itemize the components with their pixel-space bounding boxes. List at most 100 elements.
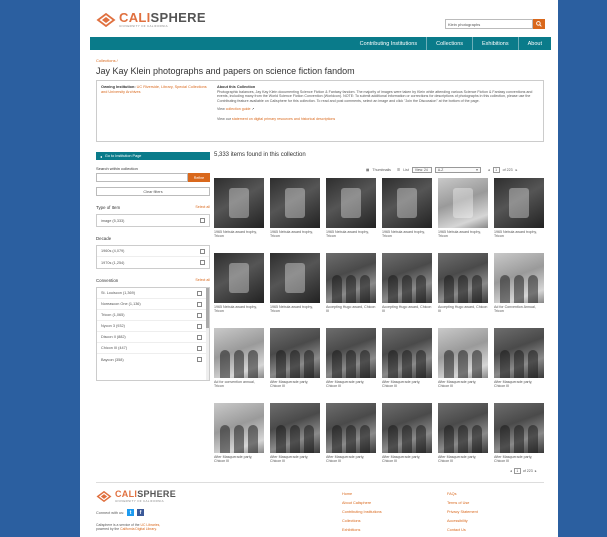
checkbox[interactable]	[197, 334, 202, 340]
thumbnails-icon[interactable]: ▦	[366, 168, 369, 172]
result-caption[interactable]: Accepting Hugo award, Chicon III	[382, 305, 432, 314]
result-card[interactable]: After Masquerade party, Chicon III	[326, 328, 376, 400]
result-card[interactable]: After Masquerade party, Chicon III	[438, 403, 488, 475]
result-thumbnail[interactable]	[214, 253, 264, 303]
result-caption[interactable]: After Masquerade party, Chicon III	[270, 380, 320, 389]
result-card[interactable]: 1965 Nebula award trophy, Tricon	[270, 178, 320, 250]
collection-guide-link[interactable]: collection guide	[226, 107, 251, 111]
view-count-select[interactable]: View: 24	[411, 167, 432, 173]
facet-option[interactable]: St. Louiscon (1,369)	[97, 288, 206, 299]
checkbox[interactable]	[197, 290, 202, 296]
convention-scrollbar[interactable]	[206, 288, 209, 380]
result-caption[interactable]: After Masquerade party, Chicon III	[382, 380, 432, 389]
result-thumbnail[interactable]	[382, 253, 432, 303]
result-card[interactable]: After Masquerade party, Chicon III	[214, 403, 264, 475]
result-caption[interactable]: Ad for Convention Annual, Tricon	[494, 305, 544, 314]
result-caption[interactable]: 1965 Nebula award trophy, Tricon	[326, 230, 376, 239]
search-input[interactable]	[445, 19, 533, 29]
result-thumbnail[interactable]	[494, 178, 544, 228]
footer-link[interactable]: Contributing Institutions	[342, 508, 382, 517]
result-thumbnail[interactable]	[438, 253, 488, 303]
footer-link[interactable]: Exhibitions	[342, 526, 382, 535]
cdl-link[interactable]: California Digital Library.	[120, 527, 157, 531]
result-caption[interactable]: Ad for convention annual, Tricon	[214, 380, 264, 389]
footer-link[interactable]: Contact Us	[447, 526, 478, 535]
result-caption[interactable]: 1965 Nebula award trophy, Tricon	[214, 305, 264, 314]
result-thumbnail[interactable]	[494, 328, 544, 378]
list-icon[interactable]: ☰	[397, 168, 400, 172]
result-card[interactable]: Ad for convention annual, Tricon	[214, 328, 264, 400]
breadcrumb[interactable]: Collections /	[96, 58, 118, 63]
facet-option[interactable]: Noreascon One (1,136)	[97, 299, 206, 310]
result-card[interactable]: 1965 Nebula award trophy, Tricon	[326, 178, 376, 250]
sort-select[interactable]: A-Z ▾	[434, 167, 481, 173]
result-caption[interactable]: After Masquerade party, Chicon III	[438, 380, 488, 389]
nav-exhibitions[interactable]: Exhibitions	[472, 37, 518, 50]
footer-link[interactable]: About Calisphere	[342, 499, 382, 508]
result-caption[interactable]: 1965 Nebula award trophy, Tricon	[382, 230, 432, 239]
result-thumbnail[interactable]	[438, 403, 488, 453]
result-card[interactable]: 1965 Nebula award trophy, Tricon	[270, 253, 320, 325]
result-caption[interactable]: After Masquerade party, Chicon III	[326, 380, 376, 389]
checkbox[interactable]	[200, 248, 205, 254]
result-card[interactable]: After Masquerade party, Chicon III	[326, 403, 376, 475]
clear-filters-button[interactable]: Clear filters	[96, 187, 210, 196]
checkbox[interactable]	[197, 312, 202, 318]
result-card[interactable]: 1965 Nebula award trophy, Tricon	[382, 178, 432, 250]
result-caption[interactable]: 1965 Nebula award trophy, Tricon	[494, 230, 544, 239]
checkbox[interactable]	[197, 301, 202, 307]
result-card[interactable]: After Masquerade party, Chicon III	[438, 328, 488, 400]
result-thumbnail[interactable]	[382, 178, 432, 228]
result-caption[interactable]: After Masquerade party, Chicon III	[326, 455, 376, 464]
search-button[interactable]	[533, 19, 545, 29]
result-caption[interactable]: 1965 Nebula award trophy, Tricon	[214, 230, 264, 239]
result-thumbnail[interactable]	[214, 403, 264, 453]
result-thumbnail[interactable]	[438, 328, 488, 378]
result-caption[interactable]: 1965 Nebula award trophy, Tricon	[438, 230, 488, 239]
prev-page-icon[interactable]: ◂	[510, 469, 512, 473]
result-caption[interactable]: After Masquerade party, Chicon III	[494, 380, 544, 389]
result-card[interactable]: 1965 Nebula award trophy, Tricon	[494, 178, 544, 250]
result-thumbnail[interactable]	[438, 178, 488, 228]
result-card[interactable]: Accepting Hugo award, Chicon III	[438, 253, 488, 325]
result-caption[interactable]: After Masquerade party, Chicon III	[494, 455, 544, 464]
checkbox[interactable]	[200, 260, 205, 265]
checkbox[interactable]	[197, 323, 202, 329]
result-card[interactable]: After Masquerade party, Chicon III	[270, 328, 320, 400]
result-card[interactable]: Accepting Hugo award, Chicon III	[382, 253, 432, 325]
result-caption[interactable]: Accepting Hugo award, Chicon III	[326, 305, 376, 314]
facet-option[interactable]: image (5,333)	[97, 215, 209, 226]
result-thumbnail[interactable]	[382, 403, 432, 453]
result-thumbnail[interactable]	[494, 253, 544, 303]
result-thumbnail[interactable]	[326, 403, 376, 453]
facet-option[interactable]: 1960s (4,079)	[97, 246, 209, 257]
footer-link[interactable]: Terms of Use	[447, 499, 478, 508]
result-caption[interactable]: 1965 Nebula award trophy, Tricon	[270, 230, 320, 239]
checkbox[interactable]	[197, 357, 202, 362]
checkbox[interactable]	[197, 345, 202, 351]
list-toggle[interactable]: List	[403, 168, 409, 172]
result-thumbnail[interactable]	[270, 253, 320, 303]
checkbox[interactable]	[200, 218, 205, 223]
facet-option[interactable]: Nycon 3 (932)	[97, 321, 206, 332]
footer-link[interactable]: Collections	[342, 517, 382, 526]
facet-option[interactable]: Chicon III (447)	[97, 343, 206, 354]
result-thumbnail[interactable]	[494, 403, 544, 453]
next-page-icon[interactable]: ▸	[516, 168, 518, 172]
thumbnails-toggle[interactable]: Thumbnails	[372, 168, 391, 172]
twitter-icon[interactable]: t	[127, 509, 135, 516]
result-thumbnail[interactable]	[326, 328, 376, 378]
result-card[interactable]: 1965 Nebula award trophy, Tricon	[214, 178, 264, 250]
result-thumbnail[interactable]	[270, 178, 320, 228]
result-card[interactable]: After Masquerade party, Chicon III	[270, 403, 320, 475]
page-number-input[interactable]: 1	[492, 167, 500, 173]
go-to-institution-button[interactable]: ◂ Go to Institution Page	[96, 152, 210, 160]
calisphere-logo[interactable]: CALISPHERE UNIVERSITY OF CALIFORNIA	[96, 11, 206, 28]
result-caption[interactable]: After Masquerade party, Chicon III	[438, 455, 488, 464]
footer-logo[interactable]: CALISPHERE UNIVERSITY OF CALIFORNIA	[96, 490, 176, 503]
result-card[interactable]: 1965 Nebula award trophy, Tricon	[438, 178, 488, 250]
footer-link[interactable]: Home	[342, 490, 382, 499]
prev-page-icon[interactable]: ◂	[488, 168, 490, 172]
result-caption[interactable]: 1965 Nebula award trophy, Tricon	[270, 305, 320, 314]
facet-option[interactable]: 1970s (1,254)	[97, 257, 209, 268]
